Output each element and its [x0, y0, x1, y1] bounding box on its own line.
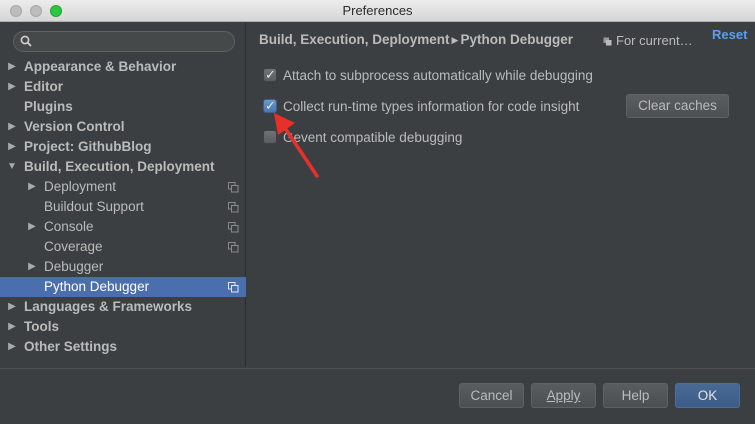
sidebar-item-debugger[interactable]: ▶ Debugger	[0, 257, 246, 277]
chevron-right-icon[interactable]: ▶	[26, 257, 38, 277]
chevron-right-icon[interactable]: ▶	[26, 177, 38, 197]
sidebar-item-label: Project: GithubBlog	[24, 139, 152, 154]
sidebar-item-version-control[interactable]: ▶ Version Control	[0, 117, 246, 137]
copy-icon	[228, 202, 239, 213]
sidebar-item-label: Other Settings	[24, 339, 118, 354]
python-debugger-settings-panel: Build, Execution, Deployment ▶ Python Debu…	[247, 23, 755, 367]
cancel-button[interactable]: Cancel	[459, 383, 524, 408]
sidebar-item-build-execution-deployment[interactable]: ▼ Build, Execution, Deployment	[0, 157, 246, 177]
breadcrumb: Build, Execution, Deployment ▶ Python Debu…	[259, 32, 573, 47]
breadcrumb-current: Python Debugger	[460, 32, 573, 47]
sidebar-item-label: Buildout Support	[44, 199, 144, 214]
sidebar-item-label: Editor	[24, 79, 63, 94]
dialog-footer: Cancel Apply Help OK	[0, 368, 755, 424]
sidebar-item-label: Coverage	[44, 239, 103, 254]
sidebar-item-python-debugger[interactable]: Python Debugger	[0, 277, 246, 297]
sidebar-item-label: Tools	[24, 319, 59, 334]
sidebar-item-label: Plugins	[24, 99, 73, 114]
sidebar-item-coverage[interactable]: Coverage	[0, 237, 246, 257]
sidebar-item-appearance-behavior[interactable]: ▶ Appearance & Behavior	[0, 57, 246, 77]
scope-label: For current…	[616, 33, 693, 48]
reset-link[interactable]: Reset	[712, 27, 747, 42]
chevron-right-icon[interactable]: ▶	[26, 217, 38, 237]
search-field[interactable]	[13, 31, 235, 52]
search-icon	[20, 35, 32, 47]
copy-icon	[228, 282, 239, 293]
apply-button[interactable]: Apply	[531, 383, 596, 408]
sidebar-item-other-settings[interactable]: ▶ Other Settings	[0, 337, 246, 357]
sidebar-item-label: Build, Execution, Deployment	[24, 159, 215, 174]
sidebar-item-label: Deployment	[44, 179, 117, 194]
copy-icon	[228, 182, 239, 193]
sidebar-item-label: Version Control	[24, 119, 125, 134]
ok-button[interactable]: OK	[675, 383, 740, 408]
settings-sidebar: ▶ Appearance & Behavior ▶ Editor Plugins ▶ Ver…	[0, 23, 246, 367]
sidebar-item-buildout-support[interactable]: Buildout Support	[0, 197, 246, 217]
chevron-right-icon[interactable]: ▶	[6, 57, 18, 77]
clear-caches-button[interactable]: Clear caches	[626, 94, 729, 118]
title-bar: Preferences	[0, 0, 755, 22]
sidebar-item-plugins[interactable]: Plugins	[0, 97, 246, 117]
sidebar-item-tools[interactable]: ▶ Tools	[0, 317, 246, 337]
sidebar-item-deployment[interactable]: ▶ Deployment	[0, 177, 246, 197]
copy-icon	[228, 242, 239, 253]
collect-runtime-types-checkbox[interactable]: ✓	[263, 98, 277, 113]
chevron-right-icon[interactable]: ▶	[6, 297, 18, 317]
sidebar-item-label: Python Debugger	[44, 279, 150, 294]
sidebar-item-label: Console	[44, 219, 94, 234]
attach-subprocess-checkbox[interactable]: ✓	[263, 67, 277, 82]
chevron-right-icon[interactable]: ▶	[6, 337, 18, 357]
scope-indicator: For current…	[603, 33, 693, 48]
sidebar-item-label: Languages & Frameworks	[24, 299, 193, 314]
help-button[interactable]: Help	[603, 383, 668, 408]
sidebar-item-editor[interactable]: ▶ Editor	[0, 77, 246, 97]
sidebar-item-label: Debugger	[44, 259, 104, 274]
copy-icon	[603, 37, 612, 46]
chevron-right-icon[interactable]: ▶	[6, 137, 18, 157]
sidebar-item-label: Appearance & Behavior	[24, 59, 177, 74]
attach-subprocess-label: Attach to subprocess automatically while…	[283, 68, 593, 83]
chevron-down-icon[interactable]: ▼	[6, 157, 18, 177]
chevron-right-icon[interactable]: ▶	[6, 117, 18, 137]
window-title: Preferences	[342, 3, 413, 18]
chevron-right-icon[interactable]: ▶	[6, 77, 18, 97]
sidebar-item-languages-frameworks[interactable]: ▶ Languages & Frameworks	[0, 297, 246, 317]
sidebar-item-console[interactable]: ▶ Console	[0, 217, 246, 237]
sidebar-item-project-githubblog[interactable]: ▶ Project: GithubBlog	[0, 137, 246, 157]
red-arrow-annotation-icon	[274, 113, 319, 178]
copy-icon	[228, 222, 239, 233]
breadcrumb-parent: Build, Execution, Deployment	[259, 32, 450, 47]
breadcrumb-separator-icon: ▶	[451, 35, 459, 45]
settings-tree: ▶ Appearance & Behavior ▶ Editor Plugins ▶ Ver…	[0, 57, 246, 357]
chevron-right-icon[interactable]: ▶	[6, 317, 18, 337]
